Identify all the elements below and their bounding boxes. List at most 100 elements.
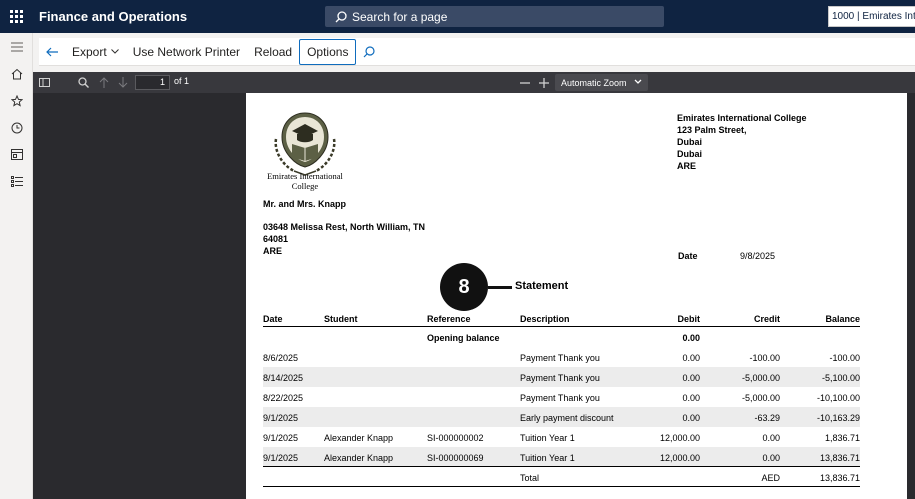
cell-balance: -10,100.00 xyxy=(816,393,860,403)
table-header-row: Date Student Reference Description Debit… xyxy=(263,313,860,327)
page-number-input[interactable]: 1 xyxy=(135,75,170,90)
cell-reference: SI-000000002 xyxy=(427,433,484,443)
modules-list-icon[interactable] xyxy=(0,168,33,195)
table-row: 9/1/2025 Alexander Knapp SI-000000069 Tu… xyxy=(263,447,860,467)
cell-debit: 0.00 xyxy=(682,373,700,383)
cell-student: Alexander Knapp xyxy=(324,453,394,463)
table-row: 8/14/2025 Payment Thank you 0.00 -5,000.… xyxy=(263,367,860,387)
back-button[interactable] xyxy=(39,39,65,65)
search-icon xyxy=(335,10,347,22)
cell-description: Payment Thank you xyxy=(520,353,600,363)
search-placeholder: Search for a page xyxy=(352,9,448,24)
company-picker[interactable]: 1000 | Emirates Internat xyxy=(828,6,915,27)
options-button[interactable]: Options xyxy=(299,38,357,65)
cell-reference: SI-000000069 xyxy=(427,453,484,463)
pdf-toolbar: 1 of 1 Automatic Zoom xyxy=(33,72,915,93)
back-arrow-icon xyxy=(46,47,58,56)
cell-balance: -5,100.00 xyxy=(821,373,860,383)
table-row: 9/1/2025 Alexander Knapp SI-000000002 Tu… xyxy=(263,427,860,447)
column-header-balance: Balance xyxy=(825,314,860,324)
navigation-rail xyxy=(0,33,33,499)
statement-table: Date Student Reference Description Debit… xyxy=(263,313,860,487)
customer-name: Mr. and Mrs. Knapp xyxy=(263,199,347,209)
zoom-in-icon[interactable] xyxy=(538,75,550,90)
hamburger-menu-icon[interactable] xyxy=(0,33,33,60)
column-header-date: Date xyxy=(263,314,283,324)
export-button[interactable]: Export xyxy=(65,39,126,65)
column-header-credit: Credit xyxy=(753,314,780,324)
reload-button[interactable]: Reload xyxy=(247,39,299,65)
total-balance: 13,836.71 xyxy=(819,473,860,483)
cell-date: 8/22/2025 xyxy=(263,393,304,403)
table-row: 8/22/2025 Payment Thank you 0.00 -5,000.… xyxy=(263,387,860,407)
search-icon xyxy=(364,45,376,57)
use-network-printer-button[interactable]: Use Network Printer xyxy=(126,39,247,65)
customer-address-line: 03648 Melissa Rest, North William, TN xyxy=(263,222,425,232)
cell-debit: 0.00 xyxy=(682,353,700,363)
cell-balance: -10,163.29 xyxy=(816,413,860,423)
workspaces-icon[interactable] xyxy=(0,141,33,168)
cell-credit: -5,000.00 xyxy=(741,393,780,403)
zoom-value: Automatic Zoom xyxy=(561,77,627,88)
column-header-reference: Reference xyxy=(427,314,471,324)
logo-college-name: Emirates International College xyxy=(267,171,343,191)
cell-credit: 0.00 xyxy=(762,433,780,443)
app-title: Finance and Operations xyxy=(39,9,188,24)
cell-description: Tuition Year 1 xyxy=(520,453,575,463)
cell-description: Payment Thank you xyxy=(520,373,600,383)
total-label: Total xyxy=(520,473,540,483)
cell-debit: 0.00 xyxy=(682,393,700,403)
cell-credit: -63.29 xyxy=(754,413,780,423)
cell-student: Alexander Knapp xyxy=(324,433,394,443)
cell-description: Payment Thank you xyxy=(520,393,600,403)
customer-address-line: ARE xyxy=(263,246,283,256)
sidebar-toggle-icon[interactable] xyxy=(38,75,50,90)
cell-balance: 13,836.71 xyxy=(819,453,860,463)
global-search-box[interactable]: Search for a page xyxy=(325,6,664,27)
customer-address: 03648 Melissa Rest, North William, TN 64… xyxy=(263,221,425,257)
page-count-label: of 1 xyxy=(174,76,190,86)
school-address-line: 123 Palm Street, xyxy=(677,125,747,135)
zoom-out-icon[interactable] xyxy=(519,75,531,90)
school-address-line: Dubai xyxy=(677,149,703,159)
cell-description: Early payment discount xyxy=(520,413,614,423)
cell-date: 9/1/2025 xyxy=(263,433,299,443)
recent-clock-icon[interactable] xyxy=(0,114,33,141)
column-header-description: Description xyxy=(520,314,570,324)
cell-credit: -100.00 xyxy=(749,353,780,363)
find-icon[interactable] xyxy=(77,75,89,90)
cell-date: 8/14/2025 xyxy=(263,373,304,383)
previous-page-arrow-icon[interactable] xyxy=(98,75,110,90)
total-row: Total AED 13,836.71 xyxy=(263,467,860,487)
cell-date: 9/1/2025 xyxy=(263,453,299,463)
opening-balance-debit: 0.00 xyxy=(682,333,700,343)
cell-credit: 0.00 xyxy=(762,453,780,463)
table-row: 8/6/2025 Payment Thank you 0.00 -100.00 … xyxy=(263,347,860,367)
cell-credit: -5,000.00 xyxy=(741,373,780,383)
cell-balance: -100.00 xyxy=(829,353,860,363)
export-label: Export xyxy=(72,44,107,59)
home-icon[interactable] xyxy=(0,60,33,87)
cell-description: Tuition Year 1 xyxy=(520,433,575,443)
app-launcher-icon[interactable] xyxy=(0,0,33,33)
chevron-down-icon xyxy=(110,49,119,54)
step-callout-badge: 8 xyxy=(440,263,488,311)
school-address: Emirates International College 123 Palm … xyxy=(677,112,807,172)
action-search-button[interactable] xyxy=(356,39,382,65)
column-header-debit: Debit xyxy=(677,314,701,324)
customer-address-line: 64081 xyxy=(263,234,289,244)
opening-balance-label: Opening balance xyxy=(427,333,500,343)
zoom-select[interactable]: Automatic Zoom xyxy=(555,74,648,91)
school-address-line: Dubai xyxy=(677,137,703,147)
cell-balance: 1,836.71 xyxy=(824,433,860,443)
next-page-arrow-icon[interactable] xyxy=(117,75,129,90)
school-address-line: ARE xyxy=(677,161,697,171)
opening-balance-row: Opening balance 0.00 xyxy=(263,327,860,347)
school-address-line: Emirates International College xyxy=(677,113,807,123)
total-currency: AED xyxy=(761,473,780,483)
cell-date: 9/1/2025 xyxy=(263,413,299,423)
statement-title: Statement xyxy=(515,280,569,292)
cell-debit: 12,000.00 xyxy=(659,433,700,443)
favorites-star-icon[interactable] xyxy=(0,87,33,114)
pdf-page: Emirates International College Emirates … xyxy=(246,93,907,499)
